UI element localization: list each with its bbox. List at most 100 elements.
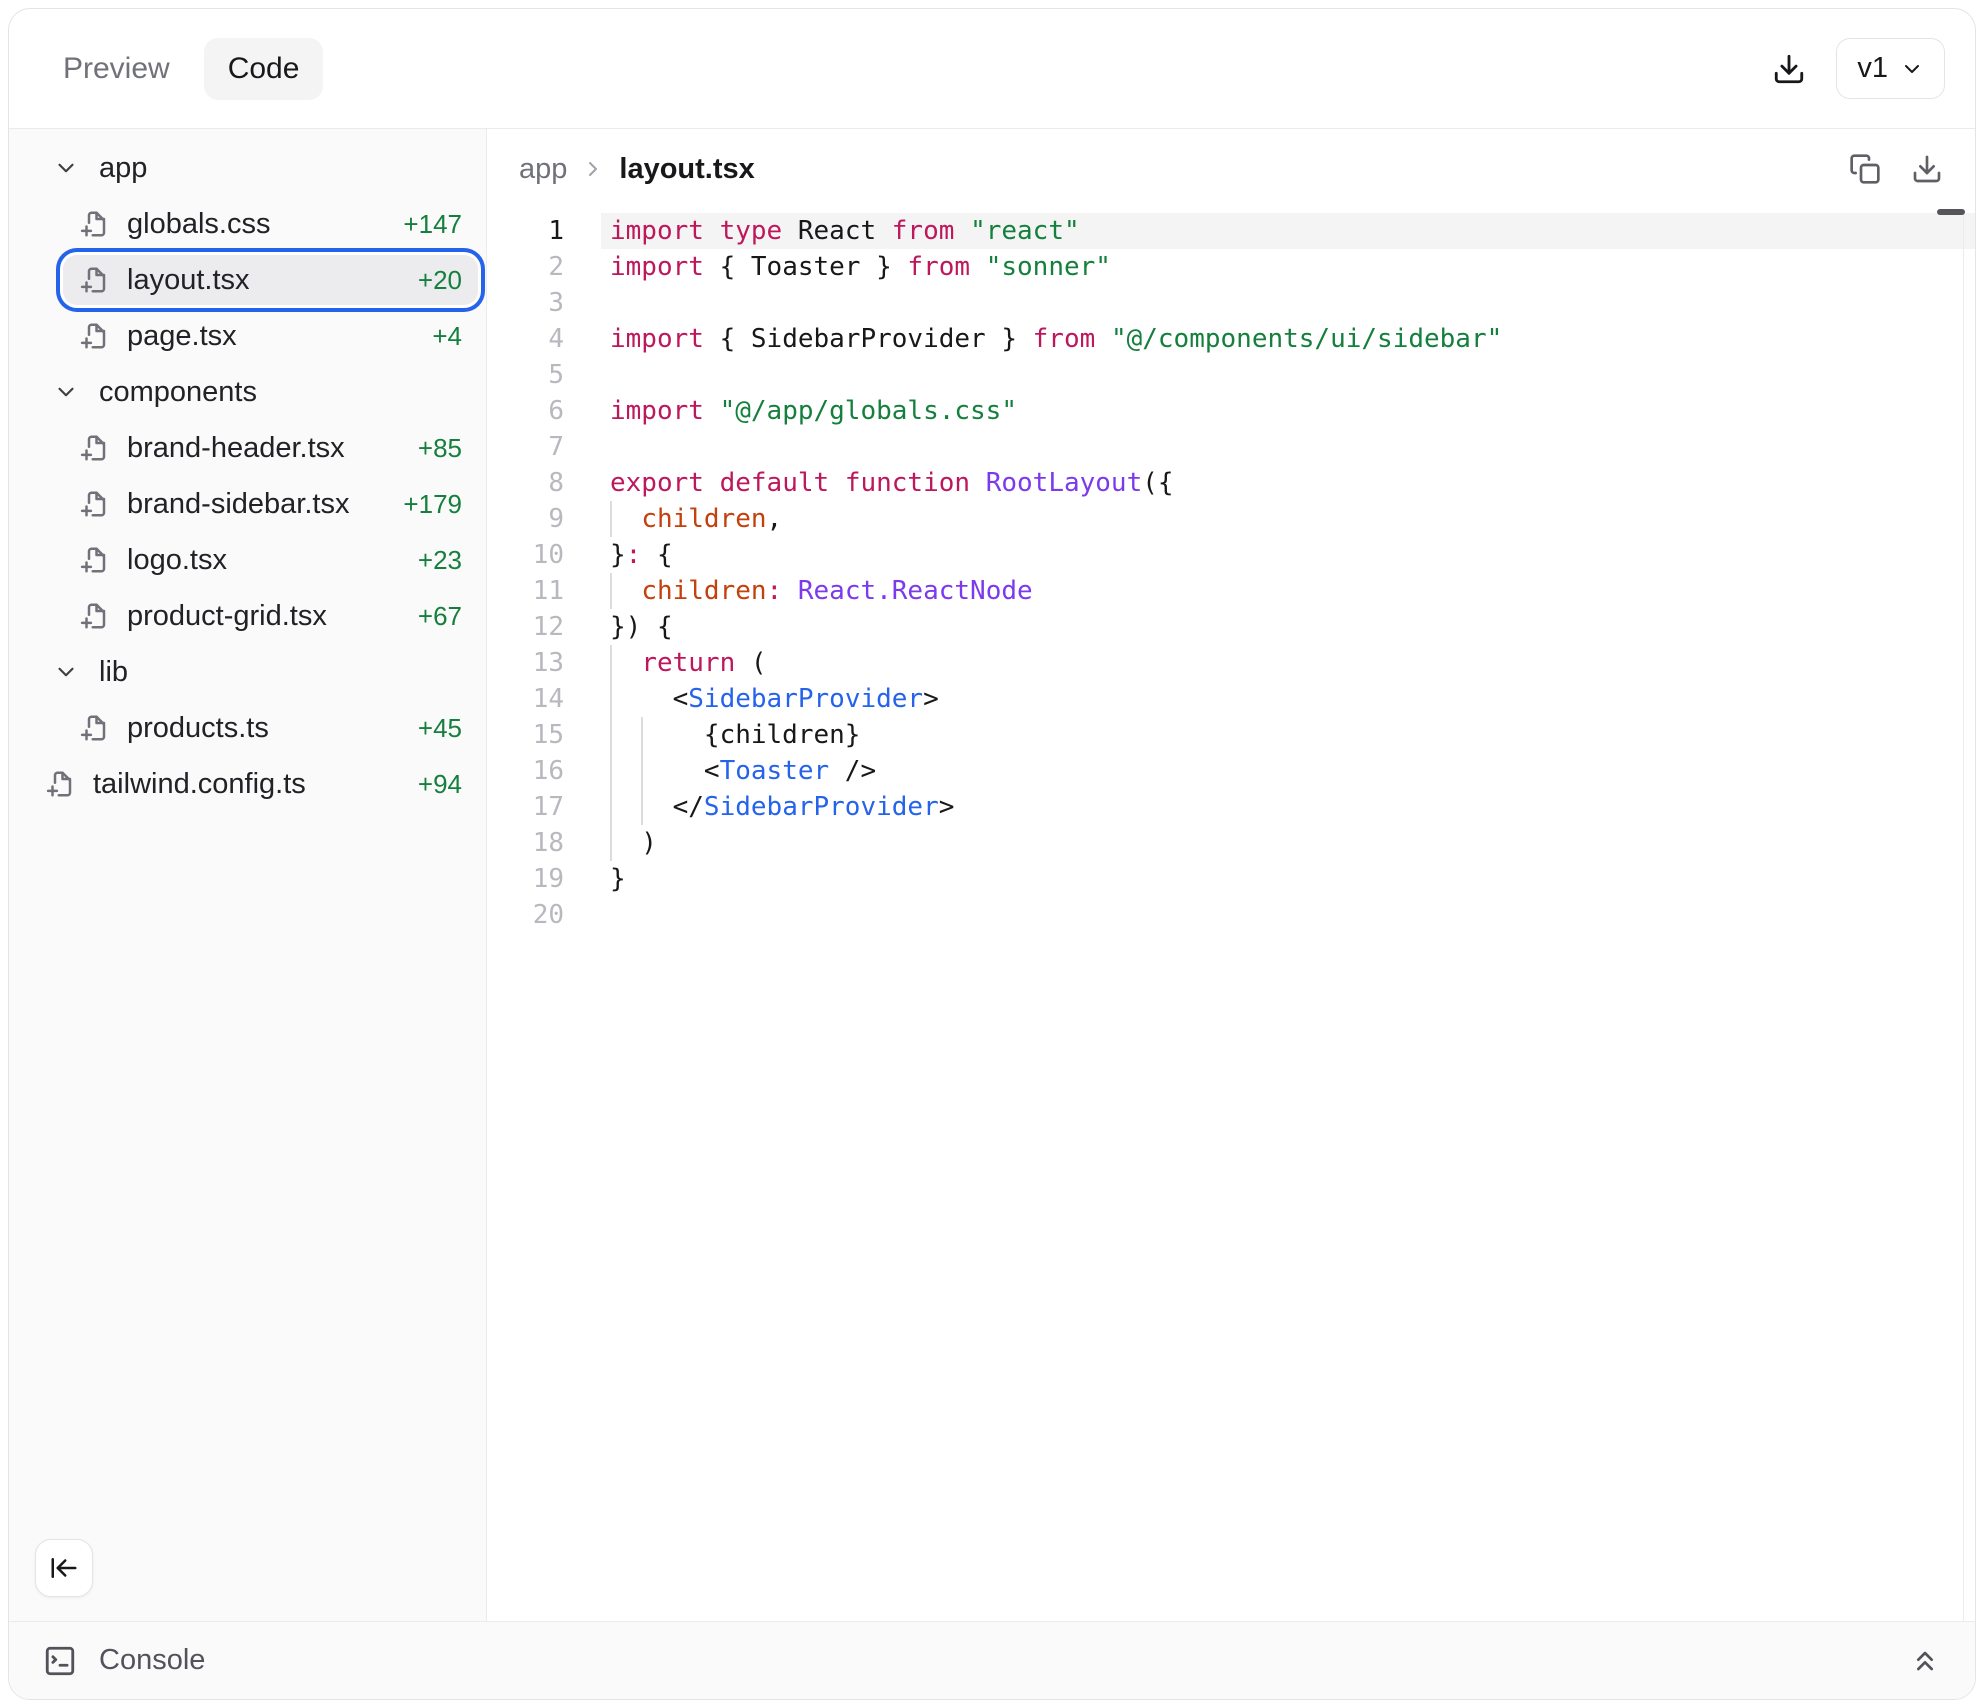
indent-guide (610, 573, 612, 609)
console-label: Console (99, 1644, 205, 1677)
line-content (601, 429, 1975, 465)
file-added-icon (79, 209, 109, 239)
code-line-18: 18 ) (487, 825, 1975, 861)
line-number: 4 (487, 321, 564, 357)
scrollbar-thumb[interactable] (1937, 209, 1965, 215)
tree-folder-components[interactable]: components (9, 367, 466, 417)
tree-file-tailwind-config-ts[interactable]: tailwind.config.ts+94 (29, 759, 478, 809)
code-panel: app layout.tsx (487, 129, 1975, 1621)
chevron-down-icon (1900, 57, 1924, 81)
scrollbar-track (1963, 209, 1965, 1621)
indent-guide (641, 717, 643, 753)
line-number: 12 (487, 609, 564, 645)
file-label: tailwind.config.ts (93, 768, 306, 801)
tree-folder-app[interactable]: app (9, 143, 466, 193)
code-line-12: 12 }) { (487, 609, 1975, 645)
line-content: <SidebarProvider> (601, 681, 1975, 717)
file-added-icon (79, 545, 109, 575)
line-content: }) { (601, 609, 1975, 645)
file-added-icon (79, 601, 109, 631)
tree-folder-lib[interactable]: lib (9, 647, 466, 697)
indent-guide (610, 825, 612, 861)
line-number: 9 (487, 501, 564, 537)
line-content: import type React from "react" (601, 213, 1975, 249)
copy-code-button[interactable] (1849, 153, 1881, 185)
chevrons-up-icon[interactable] (1909, 1645, 1941, 1677)
tree-file-brand-header-tsx[interactable]: brand-header.tsx+85 (63, 423, 478, 473)
breadcrumb: app layout.tsx (519, 153, 755, 186)
line-number: 11 (487, 573, 564, 609)
line-content: return ( (601, 645, 1975, 681)
line-number: 19 (487, 861, 564, 897)
indent-guide (610, 789, 612, 825)
line-content: export default function RootLayout({ (601, 465, 1975, 501)
code-line-11: 11 children: React.ReactNode (487, 573, 1975, 609)
code-line-8: 8 export default function RootLayout({ (487, 465, 1975, 501)
code-line-5: 5 (487, 357, 1975, 393)
download-icon (1772, 52, 1806, 86)
tree-file-brand-sidebar-tsx[interactable]: brand-sidebar.tsx+179 (63, 479, 478, 529)
line-number: 8 (487, 465, 564, 501)
line-number: 13 (487, 645, 564, 681)
line-content: <Toaster /> (601, 753, 1975, 789)
line-number: 20 (487, 897, 564, 933)
indent-guide (610, 501, 612, 537)
code-line-13: 13 return ( (487, 645, 1975, 681)
code-line-6: 6 import "@/app/globals.css" (487, 393, 1975, 429)
code-line-15: 15 {children} (487, 717, 1975, 753)
indent-guide (641, 789, 643, 825)
indent-guide (610, 717, 612, 753)
line-content: import { SidebarProvider } from "@/compo… (601, 321, 1975, 357)
terminal-icon (43, 1644, 77, 1678)
line-number: 1 (487, 213, 564, 249)
indent-guide (641, 753, 643, 789)
diff-added-badge: +23 (418, 545, 462, 576)
file-label: product-grid.tsx (127, 600, 327, 633)
tree-file-logo-tsx[interactable]: logo.tsx +23 (63, 535, 478, 585)
code-line-14: 14 <SidebarProvider> (487, 681, 1975, 717)
download-icon (1911, 153, 1943, 185)
diff-added-badge: +4 (432, 321, 462, 352)
line-number: 6 (487, 393, 564, 429)
collapse-sidebar-button[interactable] (35, 1539, 93, 1597)
line-content: {children} (601, 717, 1975, 753)
code-line-17: 17 </SidebarProvider> (487, 789, 1975, 825)
chevron-down-icon (53, 155, 79, 181)
code-line-19: 19} (487, 861, 1975, 897)
code-line-4: 4 import { SidebarProvider } from "@/comp… (487, 321, 1975, 357)
diff-added-badge: +147 (403, 209, 462, 240)
toolbar-actions: v1 (1772, 38, 1945, 99)
download-file-button[interactable] (1911, 153, 1943, 185)
tab-preview[interactable]: Preview (39, 38, 194, 100)
tree-file-product-grid-tsx[interactable]: product-grid.tsx+67 (63, 591, 478, 641)
breadcrumb-file: layout.tsx (619, 153, 754, 186)
console-bar[interactable]: Console (9, 1621, 1975, 1699)
line-content: import { Toaster } from "sonner" (601, 249, 1975, 285)
line-number: 3 (487, 285, 564, 321)
file-label: logo.tsx (127, 544, 227, 577)
file-added-icon (79, 489, 109, 519)
tab-code[interactable]: Code (204, 38, 324, 100)
line-number: 14 (487, 681, 564, 717)
tree-file-globals-css[interactable]: globals.css+147 (63, 199, 478, 249)
diff-added-badge: +20 (418, 265, 462, 296)
version-selector[interactable]: v1 (1836, 38, 1945, 99)
line-content: import "@/app/globals.css" (601, 393, 1975, 429)
diff-added-badge: +45 (418, 713, 462, 744)
line-number: 18 (487, 825, 564, 861)
code-view-window: Preview Code v1 app globals.css+147 layout… (8, 8, 1976, 1700)
tree-file-products-ts[interactable]: products.ts+45 (63, 703, 478, 753)
tree-file-page-tsx[interactable]: page.tsx+4 (63, 311, 478, 361)
line-content (601, 357, 1975, 393)
indent-guide (610, 681, 612, 717)
code-editor: 1import type React from "react"2import {… (487, 209, 1975, 1621)
code-line-10: 10}: { (487, 537, 1975, 573)
view-mode-tabs: Preview Code (39, 38, 323, 100)
download-project-button[interactable] (1772, 52, 1806, 86)
code-line-7: 7 (487, 429, 1975, 465)
tree-file-layout-tsx[interactable]: layout.tsx+20 (63, 255, 478, 305)
line-number: 10 (487, 537, 564, 573)
file-added-icon (79, 433, 109, 463)
line-content: ) (601, 825, 1975, 861)
file-added-icon (45, 769, 75, 799)
